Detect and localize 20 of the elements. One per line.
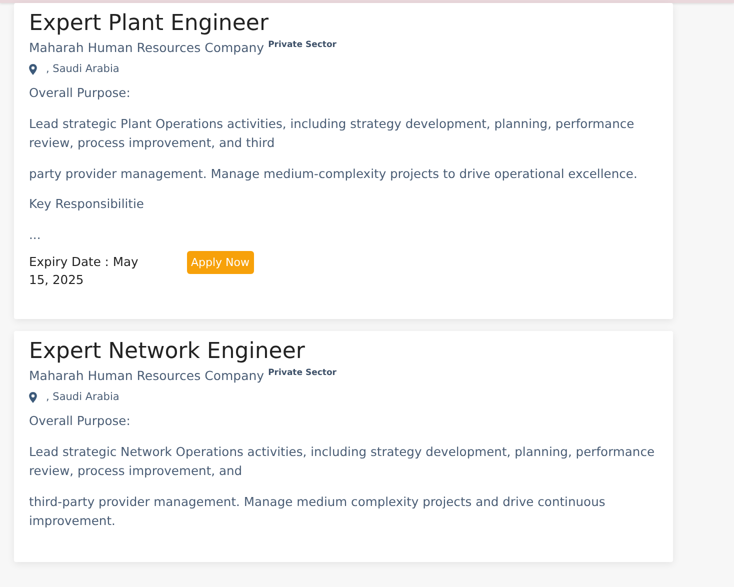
expiry-date: Expiry Date : May 15, 2025 — [29, 254, 140, 289]
description-text: Overall Purpose: — [29, 85, 132, 102]
description-text: Overall Purpose: — [29, 413, 132, 430]
description-text: party provider management. Manage medium-complexity projects to drive operational excellence. — [29, 166, 638, 182]
job-title: Expert Plant Engineer — [29, 10, 270, 38]
sector-label: Private Sector — [268, 367, 336, 379]
job-title: Expert Network Engineer — [29, 338, 306, 366]
description-text: Key Responsibilitie — [29, 196, 145, 213]
location-text: , Saudi Arabia — [46, 63, 120, 75]
apply-button[interactable]: Apply Now — [187, 251, 254, 274]
description-text: ... — [29, 226, 42, 244]
description-text: Lead strategic Plant Operations activities, including strategy development, planning, performance review, process improvement, and third — [29, 116, 636, 152]
sector-label: Private Sector — [268, 39, 336, 51]
description-text: third-party provider management. Manage medium complexity projects and drive continuous improvement. — [29, 494, 606, 530]
location-text: , Saudi Arabia — [46, 391, 120, 403]
description-text: Lead strategic Network Operations activities, including strategy development, planning, performance review, process improvement, and — [29, 444, 656, 480]
map-pin-icon — [29, 392, 37, 402]
company-name: Maharah Human Resources Company — [29, 367, 264, 385]
company-name: Maharah Human Resources Company — [29, 39, 264, 57]
map-pin-icon — [29, 64, 37, 74]
